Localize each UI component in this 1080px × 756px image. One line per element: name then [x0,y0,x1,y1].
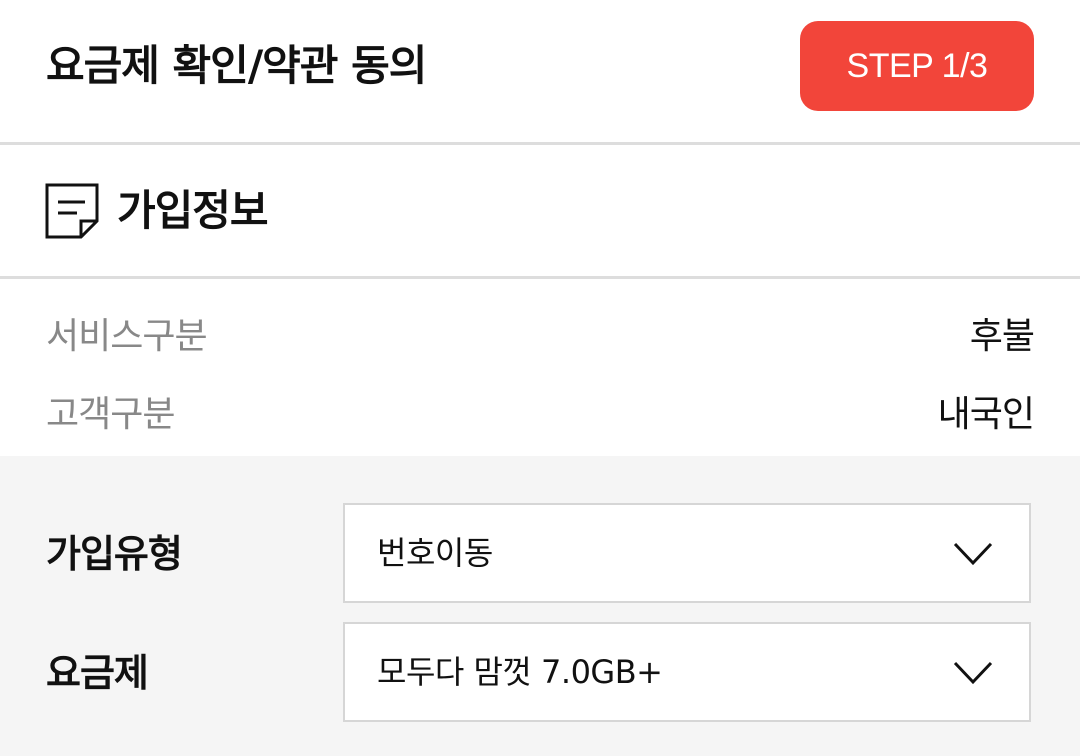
info-label: 서비스구분 [46,316,208,357]
info-value: 내국인 [937,394,1035,435]
step-badge: STEP 1/3 [800,21,1034,111]
info-value: 후불 [969,316,1035,357]
join-type-select[interactable]: 번호이동 [343,503,1031,603]
section-divider [0,276,1080,279]
chevron-down-icon [953,541,993,567]
info-row-service-type: 서비스구분 후불 [0,307,1080,367]
plan-select[interactable]: 모두다 맘껏 7.0GB+ [343,622,1031,722]
join-type-value: 번호이동 [377,534,493,572]
header-divider [0,142,1080,145]
section-title: 가입정보 [117,186,269,235]
page-title: 요금제 확인/약관 동의 [46,41,427,90]
join-type-label: 가입유형 [46,532,183,576]
info-row-customer-type: 고객구분 내국인 [0,385,1080,445]
chevron-down-icon [953,660,993,686]
plan-label: 요금제 [46,651,149,695]
document-icon [45,183,99,239]
plan-value: 모두다 맘껏 7.0GB+ [377,653,663,691]
info-label: 고객구분 [46,394,175,435]
page-header: 요금제 확인/약관 동의 STEP 1/3 [0,0,1080,142]
